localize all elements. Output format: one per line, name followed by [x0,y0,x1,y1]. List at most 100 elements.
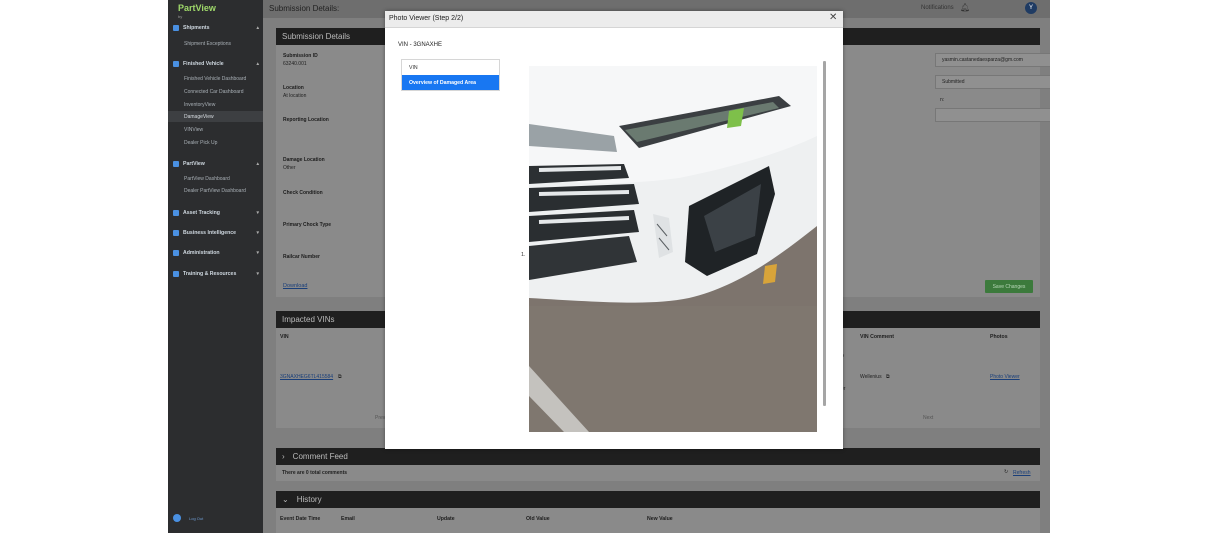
shipments-icon [173,24,179,31]
sidebar-item-connected-car-dashboard[interactable]: Connected Car Dashboard [168,86,263,97]
sidebar-item-dealer-pick-up[interactable]: Dealer Pick Up [168,137,263,148]
chevron-icon: ▾ [256,209,259,216]
history-column-header: Update [437,516,455,522]
sidebar-item-vinview[interactable]: VINView [168,124,263,135]
comment-count: There are 0 total comments [282,470,348,476]
sidebar-section-label: Finished Vehicle [183,60,224,67]
status-select[interactable]: Submitted [935,75,1050,89]
vehicle-icon [173,60,179,67]
sidebar-section-partview[interactable]: PartView ▴ [173,158,261,169]
primary-chock-type-label: Primary Chock Type [283,222,331,228]
logout-icon [173,514,181,522]
copy-icon[interactable]: ⧉ [886,374,890,380]
refresh-link[interactable]: Refresh [1013,470,1031,476]
damage-location-label: Damage Location [283,157,325,163]
chevron-icon: ▾ [256,229,259,236]
sidebar: PartView by Shipments ▴ Shipment Excepti… [168,0,263,533]
location-label: Location [283,85,304,91]
history-column-header: Event Date Time [280,516,321,522]
photo-category-menu: VIN Overview of Damaged Area [401,59,500,91]
history-column-header: Old Value [526,516,550,522]
history-column-header: Email [341,516,355,522]
comment-feed-panel [276,465,1040,481]
location-value: At location [283,93,307,99]
chevron-down-icon: ⌄ [282,495,289,504]
check-condition-label: Check Condition [283,190,323,196]
save-changes-button[interactable]: Save Changes [985,280,1033,293]
menu-item-overview-damaged-area[interactable]: Overview of Damaged Area [402,75,499,90]
history-header[interactable]: ⌄ History [276,491,1040,508]
sidebar-item-damageview[interactable]: DamageView [168,111,263,122]
photo-viewer-modal: Photo Viewer (Step 2/2) ✕ VIN - 3GNAXHE … [385,11,843,449]
status-value: Submitted [942,79,965,85]
field-label-fragment: n: [940,97,945,103]
avatar[interactable]: Y [1025,2,1037,14]
sidebar-section-label: Administration [183,249,220,256]
sidebar-section-label: Shipments [183,24,210,31]
sidebar-item-shipment-exceptions[interactable]: Shipment Exceptions [168,38,263,49]
menu-item-vin[interactable]: VIN [402,60,499,75]
railcar-number-label: Railcar Number [283,254,320,260]
history-title: History [296,495,322,504]
modal-title: Photo Viewer (Step 2/2) [389,15,464,22]
training-icon [173,270,179,277]
modal-header: Photo Viewer (Step 2/2) ✕ [385,11,843,28]
page-title: Submission Details: [269,4,340,13]
vin-column-header: VIN [280,334,289,340]
chevron-right-icon: › [282,452,285,461]
close-icon[interactable]: ✕ [829,13,837,23]
sidebar-section-asset-tracking[interactable]: Asset Tracking ▾ [173,207,261,218]
chevron-icon: ▴ [256,24,259,31]
assignee-value: yasmin.castanedaesparza@gm.com [942,57,1023,63]
sidebar-section-shipments[interactable]: Shipments ▴ [173,22,261,33]
vin-link[interactable]: 3GNAXHEG6TL415584 [280,374,333,380]
sidebar-item-partview-dashboard[interactable]: PartView Dashboard [168,173,263,184]
damage-photo[interactable] [529,66,817,432]
submission-id-label: Submission ID [283,53,318,59]
reporting-location-label: Reporting Location [283,117,329,123]
logo-byline: by [178,14,183,19]
logout-button[interactable]: Log Out [173,514,203,522]
chevron-icon: ▴ [256,160,259,167]
comment-feed-title: Comment Feed [292,452,348,461]
comment-input[interactable] [935,108,1050,122]
partview-icon [173,160,179,167]
download-link[interactable]: Download [283,283,307,289]
refresh-icon[interactable]: ↻ [1004,469,1008,475]
next-page-button[interactable]: Next [923,415,933,421]
prev-page-button[interactable]: Prev [375,415,385,421]
sidebar-section-label: Business Intelligence [183,229,237,236]
logout-label: Log Out [189,515,204,521]
sidebar-section-label: PartView [183,160,205,167]
business-intelligence-icon [173,229,179,236]
photo-index: 1. [521,252,526,258]
assignee-select[interactable]: yasmin.castanedaesparza@gm.com [935,53,1050,67]
chevron-icon: ▾ [256,249,259,256]
submission-id-value: 63240.001 [283,61,307,67]
sidebar-section-administration[interactable]: Administration ▾ [173,247,261,258]
damage-location-value: Other [283,165,296,171]
sidebar-section-label: Asset Tracking [183,209,220,216]
copy-icon[interactable]: ⧉ [338,374,342,380]
chevron-icon: ▾ [256,270,259,277]
sidebar-item-inventoryview[interactable]: InventoryView [168,99,263,110]
app-window: PartView by Shipments ▴ Shipment Excepti… [168,0,1050,533]
asset-tracking-icon [173,209,179,216]
modal-scrollbar-thumb[interactable] [823,61,826,406]
sidebar-item-finished-vehicle-dashboard[interactable]: Finished Vehicle Dashboard [168,73,263,84]
modal-vin-label: VIN - 3GNAXHE [398,42,443,48]
sidebar-section-finished-vehicle[interactable]: Finished Vehicle ▴ [173,58,261,69]
sidebar-section-training-resources[interactable]: Training & Resources ▾ [173,268,261,279]
bell-icon[interactable]: 🔔︎ [960,3,970,12]
photo-viewer-link[interactable]: Photo Viewer [990,374,1020,380]
sidebar-section-label: Training & Resources [183,270,237,277]
notifications-button[interactable]: Notifications [921,5,954,11]
vin-comment-value: Wellenius [860,374,882,380]
sidebar-section-business-intelligence[interactable]: Business Intelligence ▾ [173,227,261,238]
comment-feed-header[interactable]: › Comment Feed [276,448,1040,465]
photos-column-header: Photos [990,334,1008,340]
chevron-icon: ▴ [256,60,259,67]
vin-comment-column-header: VIN Comment [860,334,895,340]
sidebar-item-dealer-partview-dashboard[interactable]: Dealer PartView Dashboard [168,185,263,196]
app-logo: PartView [178,3,216,13]
